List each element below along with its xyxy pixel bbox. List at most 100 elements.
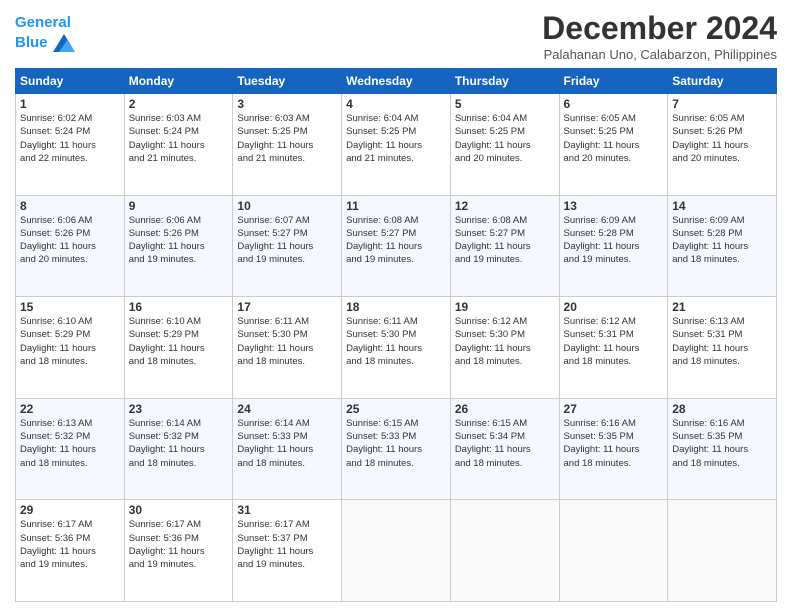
cell-line: Daylight: 11 hours — [564, 443, 664, 456]
calendar-cell: 24Sunrise: 6:14 AMSunset: 5:33 PMDayligh… — [233, 398, 342, 500]
calendar-cell: 27Sunrise: 6:16 AMSunset: 5:35 PMDayligh… — [559, 398, 668, 500]
calendar-cell: 22Sunrise: 6:13 AMSunset: 5:32 PMDayligh… — [16, 398, 125, 500]
cell-line: Sunset: 5:33 PM — [237, 430, 337, 443]
cell-line: Sunset: 5:26 PM — [129, 227, 229, 240]
day-number: 11 — [346, 199, 446, 213]
cell-line: Sunrise: 6:09 AM — [564, 214, 664, 227]
cell-line: Sunrise: 6:11 AM — [346, 315, 446, 328]
day-number: 8 — [20, 199, 120, 213]
col-header-tuesday: Tuesday — [233, 69, 342, 94]
cell-line: Daylight: 11 hours — [346, 342, 446, 355]
calendar-cell: 17Sunrise: 6:11 AMSunset: 5:30 PMDayligh… — [233, 297, 342, 399]
cell-line: Sunset: 5:30 PM — [346, 328, 446, 341]
cell-line: Sunset: 5:31 PM — [564, 328, 664, 341]
calendar-cell: 20Sunrise: 6:12 AMSunset: 5:31 PMDayligh… — [559, 297, 668, 399]
calendar-table: SundayMondayTuesdayWednesdayThursdayFrid… — [15, 68, 777, 602]
cell-line: Sunset: 5:35 PM — [672, 430, 772, 443]
cell-line: and 18 minutes. — [672, 355, 772, 368]
cell-line: Daylight: 11 hours — [129, 545, 229, 558]
col-header-saturday: Saturday — [668, 69, 777, 94]
cell-line: Sunset: 5:26 PM — [672, 125, 772, 138]
calendar-cell: 18Sunrise: 6:11 AMSunset: 5:30 PMDayligh… — [342, 297, 451, 399]
cell-line: and 18 minutes. — [564, 355, 664, 368]
cell-line: Daylight: 11 hours — [455, 240, 555, 253]
day-number: 10 — [237, 199, 337, 213]
col-header-thursday: Thursday — [450, 69, 559, 94]
cell-line: and 22 minutes. — [20, 152, 120, 165]
cell-line: and 19 minutes. — [455, 253, 555, 266]
cell-line: and 19 minutes. — [237, 253, 337, 266]
cell-line: Daylight: 11 hours — [672, 139, 772, 152]
logo-text: General — [15, 14, 77, 32]
calendar-cell — [450, 500, 559, 602]
cell-line: and 21 minutes. — [237, 152, 337, 165]
cell-line: Daylight: 11 hours — [346, 139, 446, 152]
cell-line: Sunset: 5:25 PM — [237, 125, 337, 138]
calendar-cell: 6Sunrise: 6:05 AMSunset: 5:25 PMDaylight… — [559, 94, 668, 196]
cell-line: Sunrise: 6:03 AM — [129, 112, 229, 125]
cell-line: Sunrise: 6:13 AM — [672, 315, 772, 328]
col-header-friday: Friday — [559, 69, 668, 94]
cell-line: Daylight: 11 hours — [237, 240, 337, 253]
day-number: 5 — [455, 97, 555, 111]
cell-line: Daylight: 11 hours — [237, 443, 337, 456]
day-number: 23 — [129, 402, 229, 416]
cell-line: and 21 minutes. — [346, 152, 446, 165]
cell-line: Sunset: 5:32 PM — [20, 430, 120, 443]
day-number: 21 — [672, 300, 772, 314]
day-number: 26 — [455, 402, 555, 416]
cell-line: and 18 minutes. — [20, 355, 120, 368]
calendar-cell: 7Sunrise: 6:05 AMSunset: 5:26 PMDaylight… — [668, 94, 777, 196]
cell-line: Sunset: 5:32 PM — [129, 430, 229, 443]
cell-line: Daylight: 11 hours — [237, 139, 337, 152]
cell-line: Sunrise: 6:08 AM — [346, 214, 446, 227]
cell-line: Sunset: 5:27 PM — [237, 227, 337, 240]
cell-line: and 18 minutes. — [346, 355, 446, 368]
page: General Blue December 2024 Palahanan Uno… — [0, 0, 792, 612]
cell-line: Sunrise: 6:06 AM — [129, 214, 229, 227]
cell-line: Sunset: 5:25 PM — [455, 125, 555, 138]
calendar-cell: 30Sunrise: 6:17 AMSunset: 5:36 PMDayligh… — [124, 500, 233, 602]
cell-line: Daylight: 11 hours — [564, 240, 664, 253]
cell-line: Sunset: 5:28 PM — [672, 227, 772, 240]
cell-line: Sunset: 5:26 PM — [20, 227, 120, 240]
cell-line: and 19 minutes. — [564, 253, 664, 266]
cell-line: Sunrise: 6:14 AM — [129, 417, 229, 430]
cell-line: Daylight: 11 hours — [346, 443, 446, 456]
cell-line: and 18 minutes. — [672, 457, 772, 470]
calendar-cell: 14Sunrise: 6:09 AMSunset: 5:28 PMDayligh… — [668, 195, 777, 297]
cell-line: and 18 minutes. — [129, 355, 229, 368]
calendar-cell: 23Sunrise: 6:14 AMSunset: 5:32 PMDayligh… — [124, 398, 233, 500]
cell-line: Daylight: 11 hours — [20, 139, 120, 152]
cell-line: Sunrise: 6:17 AM — [20, 518, 120, 531]
cell-line: Daylight: 11 hours — [672, 342, 772, 355]
day-number: 18 — [346, 300, 446, 314]
cell-line: Sunrise: 6:05 AM — [564, 112, 664, 125]
cell-line: and 18 minutes. — [455, 457, 555, 470]
cell-line: and 20 minutes. — [672, 152, 772, 165]
cell-line: Sunrise: 6:11 AM — [237, 315, 337, 328]
cell-line: Sunset: 5:28 PM — [564, 227, 664, 240]
cell-line: and 18 minutes. — [455, 355, 555, 368]
cell-line: and 20 minutes. — [455, 152, 555, 165]
day-number: 6 — [564, 97, 664, 111]
cell-line: Daylight: 11 hours — [237, 342, 337, 355]
calendar-cell — [668, 500, 777, 602]
calendar-cell: 25Sunrise: 6:15 AMSunset: 5:33 PMDayligh… — [342, 398, 451, 500]
cell-line: and 18 minutes. — [564, 457, 664, 470]
day-number: 31 — [237, 503, 337, 517]
cell-line: and 18 minutes. — [237, 457, 337, 470]
title-block: December 2024 Palahanan Uno, Calabarzon,… — [542, 10, 777, 62]
cell-line: and 20 minutes. — [564, 152, 664, 165]
month-title: December 2024 — [542, 10, 777, 47]
cell-line: and 20 minutes. — [20, 253, 120, 266]
cell-line: Sunset: 5:36 PM — [129, 532, 229, 545]
logo: General Blue — [15, 14, 77, 54]
location: Palahanan Uno, Calabarzon, Philippines — [542, 47, 777, 62]
cell-line: Daylight: 11 hours — [20, 240, 120, 253]
calendar-cell: 1Sunrise: 6:02 AMSunset: 5:24 PMDaylight… — [16, 94, 125, 196]
cell-line: Sunset: 5:25 PM — [346, 125, 446, 138]
col-header-monday: Monday — [124, 69, 233, 94]
cell-line: Daylight: 11 hours — [20, 443, 120, 456]
cell-line: Sunset: 5:25 PM — [564, 125, 664, 138]
